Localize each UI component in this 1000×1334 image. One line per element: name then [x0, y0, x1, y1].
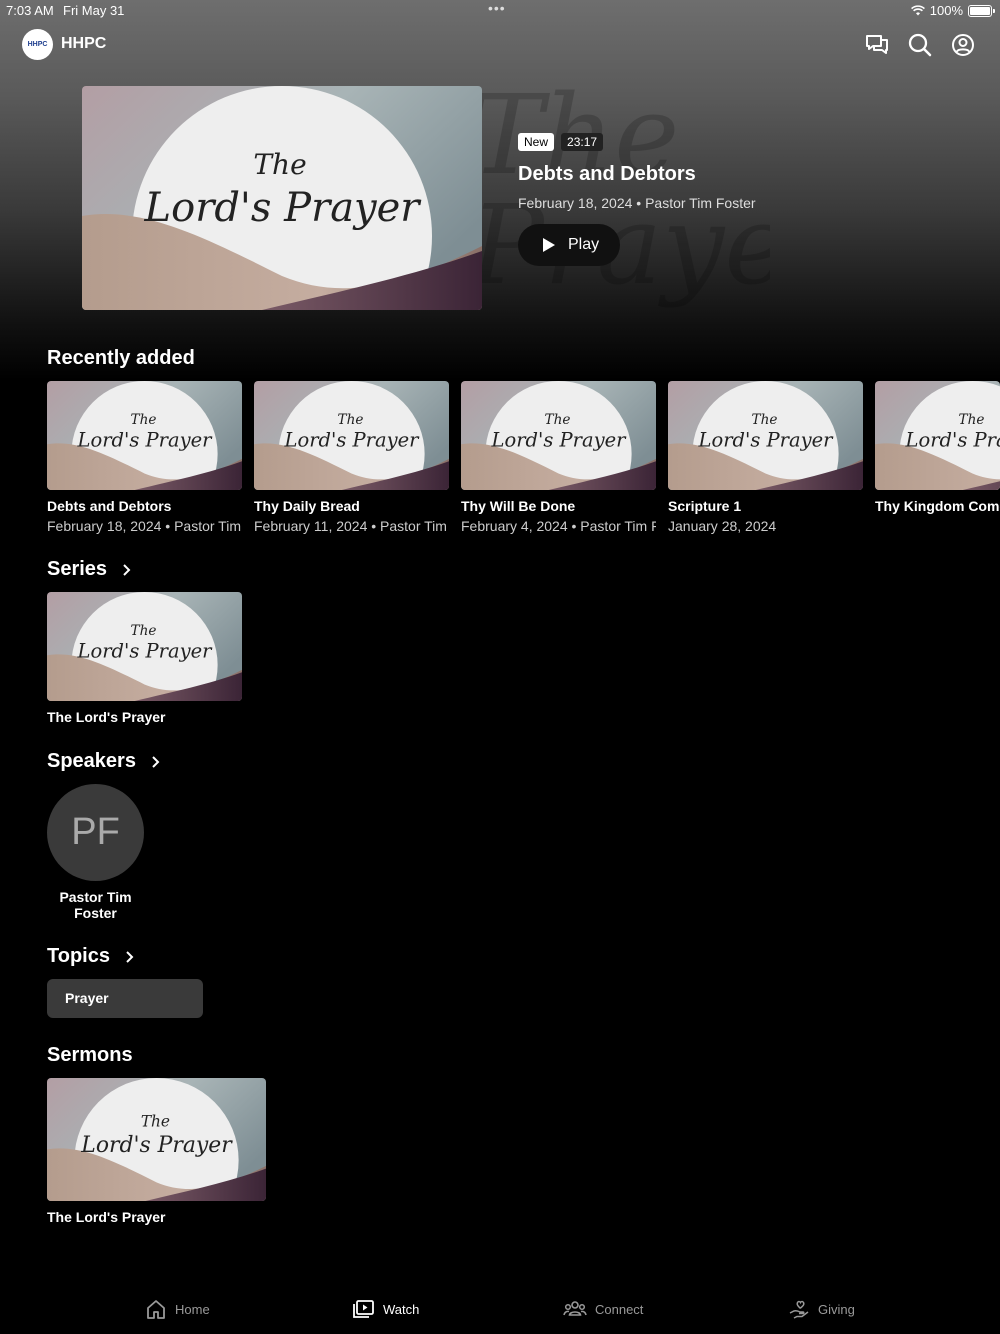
featured-artwork [82, 86, 482, 310]
play-label: Play [568, 236, 600, 253]
wifi-icon [910, 5, 925, 16]
recent-card[interactable]: Debts and Debtors February 18, 2024 • Pa… [47, 381, 242, 534]
featured-sermon-thumbnail[interactable] [82, 86, 482, 310]
series-thumbnail [47, 592, 242, 701]
sermons-heading: Sermons [47, 1044, 133, 1066]
speaker-avatar[interactable]: PF [47, 784, 144, 881]
giving-icon [789, 1300, 809, 1319]
featured-sermon-info: New 23:17 Debts and Debtors February 18,… [518, 133, 978, 266]
sermon-thumbnail [668, 381, 863, 490]
search-icon[interactable] [907, 32, 933, 58]
card-title: Debts and Debtors [47, 498, 172, 514]
connect-icon [563, 1301, 587, 1316]
account-icon[interactable] [950, 32, 976, 58]
featured-title: Debts and Debtors [518, 163, 696, 185]
logo-text: HHPC [27, 41, 48, 48]
card-subtitle: February 18, 2024 • Pastor Tim Foster [47, 518, 242, 534]
tab-connect[interactable]: Connect [563, 1298, 643, 1320]
card-subtitle: February 4, 2024 • Pastor Tim Foster [461, 518, 656, 534]
battery-percent: 100% [929, 3, 963, 18]
speakers-heading[interactable]: Speakers [47, 750, 162, 773]
tab-giving[interactable]: Giving [788, 1298, 855, 1320]
status-bar: 7:03 AM Fri May 31 ••• 100% [0, 0, 1000, 22]
topics-heading[interactable]: Topics [47, 945, 136, 968]
tab-watch[interactable]: Watch [353, 1298, 419, 1320]
recent-card[interactable]: Thy Kingdom Come [875, 381, 1000, 518]
new-badge: New [518, 133, 555, 151]
play-button[interactable]: Play [518, 224, 620, 266]
card-subtitle: February 11, 2024 • Pastor Tim Foster [254, 518, 449, 534]
chevron-right-icon [123, 563, 131, 576]
multitasking-dots-icon[interactable]: ••• [488, 0, 506, 16]
sermon-card[interactable]: The Lord's Prayer [47, 1078, 266, 1225]
featured-subtitle: February 18, 2024 • Pastor Tim Foster [518, 195, 756, 211]
status-time: 7:03 AM [6, 3, 54, 18]
speaker-name[interactable]: Pastor Tim Foster [47, 889, 144, 921]
series-card[interactable]: The Lord's Prayer [47, 592, 242, 725]
battery-icon [968, 4, 995, 17]
card-title: Scripture 1 [668, 498, 742, 514]
card-title: The Lord's Prayer [47, 709, 166, 725]
play-icon [543, 238, 555, 252]
topic-chip-prayer[interactable]: Prayer [47, 979, 203, 1018]
tab-label: Connect [595, 1301, 644, 1317]
tab-label: Giving [818, 1301, 855, 1317]
watch-icon [353, 1300, 374, 1318]
duration-badge: 23:17 [561, 133, 604, 151]
recent-card[interactable]: Scripture 1 January 28, 2024 [668, 381, 863, 534]
tab-label: Home [175, 1301, 210, 1317]
sermon-thumbnail [875, 381, 1000, 490]
tab-home[interactable]: Home [145, 1298, 210, 1320]
sermon-thumbnail [47, 1078, 266, 1201]
sermon-thumbnail [254, 381, 449, 490]
app-title: HHPC [61, 35, 107, 52]
speaker-initials: PF [71, 811, 120, 853]
tab-label: Watch [383, 1301, 420, 1317]
chevron-right-icon [126, 950, 134, 963]
app-header: HHPC HHPC [0, 28, 1000, 62]
chevron-right-icon [152, 755, 160, 768]
recent-card[interactable]: Thy Daily Bread February 11, 2024 • Past… [254, 381, 449, 534]
status-date: Fri May 31 [63, 3, 125, 18]
home-icon [147, 1300, 165, 1319]
recently-added-heading: Recently added [47, 347, 195, 369]
status-indicators: 100% [910, 3, 995, 18]
sermon-thumbnail [461, 381, 656, 490]
sermon-thumbnail [47, 381, 242, 490]
chat-icon[interactable] [864, 32, 890, 58]
card-title: Thy Will Be Done [461, 498, 576, 514]
recent-card[interactable]: Thy Will Be Done February 4, 2024 • Past… [461, 381, 656, 534]
tab-bar: Home Watch Connect Giving [0, 1290, 1000, 1334]
card-title: Thy Daily Bread [254, 498, 360, 514]
card-title: The Lord's Prayer [47, 1209, 166, 1225]
series-heading[interactable]: Series [47, 558, 133, 581]
card-subtitle: January 28, 2024 [668, 518, 777, 534]
church-logo[interactable]: HHPC [22, 29, 53, 60]
card-title: Thy Kingdom Come [875, 498, 1000, 514]
